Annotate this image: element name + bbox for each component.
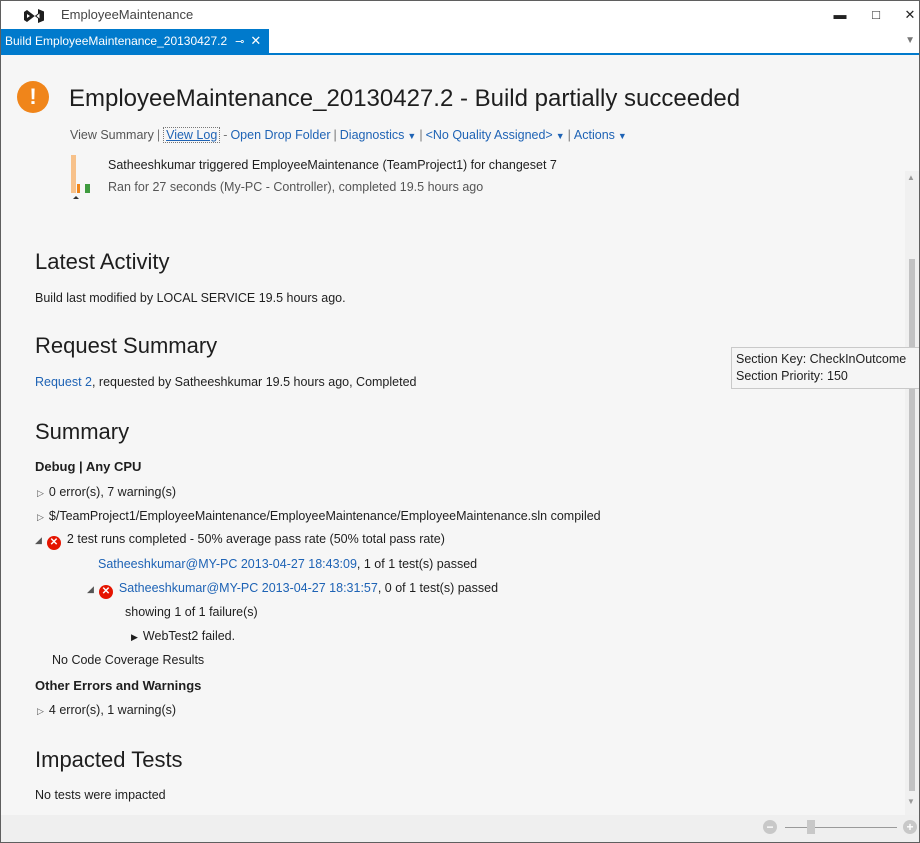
actions-menu[interactable]: Actions ▼ [574,128,627,142]
error-icon: ✕ [46,536,61,550]
errors-warnings-row[interactable]: ▷ 0 error(s), 7 warning(s) [37,485,176,499]
actions-label: Actions [573,128,615,142]
collapse-triangle-icon[interactable]: ◢ [87,584,94,595]
open-drop-folder-link[interactable]: Open Drop Folder [230,128,330,142]
trigger-description: Satheeshkumar triggered EmployeeMaintena… [108,158,557,172]
build-action-links: View Summary | View Log - Open Drop Folder | D… [70,127,627,143]
quality-menu[interactable]: <No Quality Assigned> ▼ [426,128,565,142]
test-run-1-result: , 1 of 1 test(s) passed [356,557,478,571]
tab-build-report[interactable]: Build EmployeeMaintenance_20130427.2 ⊸ ✕ [1,29,270,53]
zoom-slider-thumb[interactable] [807,820,815,834]
build-report-content: ! EmployeeMaintenance_20130427.2 - Build… [1,55,905,815]
build-title: EmployeeMaintenance_20130427.2 - Build p… [69,85,741,112]
scrollbar-thumb[interactable] [909,259,915,791]
zoom-bar: − + [1,815,919,842]
view-summary-link[interactable]: View Summary [70,128,154,142]
quality-label: <No Quality Assigned> [425,128,553,142]
tooltip-section-priority: Section Priority: 150 [736,369,848,383]
chevron-down-icon: ▼ [555,131,565,141]
expand-triangle-icon[interactable]: ▷ [37,706,44,717]
minimize-button[interactable]: ▬ [829,5,851,25]
other-errors-heading: Other Errors and Warnings [35,678,202,693]
request-summary-heading: Request Summary [35,333,218,358]
chevron-down-icon: ▼ [407,131,417,141]
impacted-tests-heading: Impacted Tests [35,747,183,772]
latest-activity-text: Build last modified by LOCAL SERVICE 19.… [35,291,346,305]
diagnostics-label: Diagnostics [339,128,405,142]
latest-activity-heading: Latest Activity [35,249,170,274]
compiled-row[interactable]: ▷ $/TeamProject1/EmployeeMaintenance/Empl… [37,509,601,523]
run-duration-description: Ran for 27 seconds (My-PC - Controller),… [108,180,484,194]
compiled-text: $/TeamProject1/EmployeeMaintenance/Emplo… [48,509,601,523]
test-run-2-result: , 0 of 1 test(s) passed [377,581,499,595]
visual-studio-logo-icon [24,9,44,23]
title-bar: EmployeeMaintenance ▬ □ ✕ [1,1,919,29]
failures-count: showing 1 of 1 failure(s) [125,605,258,619]
build-configuration: Debug | Any CPU [35,459,142,474]
maximize-button[interactable]: □ [865,5,887,25]
build-history-chart-icon [71,155,90,199]
test-run-2-link[interactable]: Satheeshkumar@MY-PC 2013-04-27 18:31:57 [119,581,378,595]
collapse-triangle-icon[interactable]: ◢ [35,535,42,546]
test-run-2-row[interactable]: ◢ ✕ Satheeshkumar@MY-PC 2013-04-27 18:31:5… [87,581,498,599]
build-report-window: EmployeeMaintenance ▬ □ ✕ Build Employee… [0,0,920,843]
scroll-down-icon[interactable]: ▼ [907,797,915,806]
document-tab-bar: Build EmployeeMaintenance_20130427.2 ⊸ ✕ ▼ [1,29,919,55]
error-icon: ✕ [98,585,113,599]
expand-triangle-icon[interactable]: ▷ [37,488,44,499]
tooltip-section-key: Section Key: CheckInOutcome [736,352,907,366]
zoom-out-icon[interactable]: − [763,820,777,834]
view-log-link[interactable]: View Log [163,127,221,143]
zoom-slider-track[interactable] [785,827,897,828]
test-runs-row[interactable]: ◢ ✕ 2 test runs completed - 50% average pa… [35,532,445,550]
test-run-1-row: Satheeshkumar@MY-PC 2013-04-27 18:43:09,… [98,557,477,571]
scroll-up-icon[interactable]: ▲ [907,173,915,182]
warning-status-icon: ! [17,81,49,113]
test-run-1-link[interactable]: Satheeshkumar@MY-PC 2013-04-27 18:43:09 [98,557,357,571]
failed-test-row[interactable]: ▶ WebTest2 failed. [131,629,235,643]
expand-triangle-icon[interactable]: ▷ [37,512,44,523]
expand-arrow-icon[interactable]: ▶ [131,632,138,643]
errors-warnings-text: 0 error(s), 7 warning(s) [48,485,177,499]
app-title: EmployeeMaintenance [61,7,194,22]
summary-heading: Summary [35,419,130,444]
request-summary-line: Request 2, requested by Satheeshkumar 19… [35,375,417,389]
failed-test-text: WebTest2 failed. [142,629,236,643]
other-errors-row[interactable]: ▷ 4 error(s), 1 warning(s) [37,703,176,717]
pin-icon[interactable]: ⊸ [235,36,244,48]
section-tooltip: Section Key: CheckInOutcome Section Prio… [731,347,919,389]
impacted-tests-text: No tests were impacted [35,788,166,802]
close-tab-icon[interactable]: ✕ [250,33,261,48]
test-runs-text: 2 test runs completed - 50% average pass… [66,532,445,546]
request-link[interactable]: Request 2 [35,375,92,389]
tab-label: Build EmployeeMaintenance_20130427.2 [5,34,228,48]
diagnostics-menu[interactable]: Diagnostics ▼ [340,128,417,142]
other-errors-text: 4 error(s), 1 warning(s) [48,703,177,717]
chevron-down-icon: ▼ [617,131,627,141]
zoom-in-icon[interactable]: + [903,820,917,834]
request-details: , requested by Satheeshkumar 19.5 hours … [91,375,417,389]
tab-overflow-dropdown-icon[interactable]: ▼ [905,35,915,46]
code-coverage-text: No Code Coverage Results [52,653,205,667]
close-window-button[interactable]: ✕ [899,5,919,25]
